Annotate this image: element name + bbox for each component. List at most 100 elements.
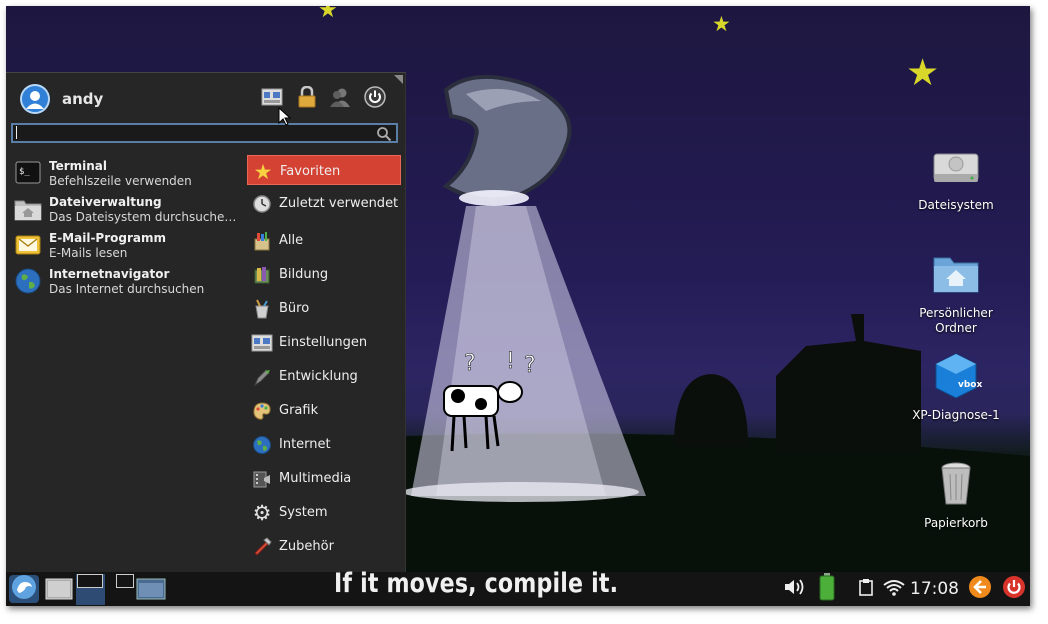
desktop-icon-label: Dateisystem (918, 198, 994, 212)
favorite-subtitle: Das Dateisystem durchsuche… (49, 210, 237, 224)
menu-search-box[interactable] (11, 123, 398, 143)
office-icon (251, 298, 273, 320)
category-recent[interactable]: Zuletzt verwendet (247, 188, 401, 218)
category-internet[interactable]: Internet (247, 429, 401, 459)
workspace-1[interactable] (76, 574, 105, 605)
category-einstellungen[interactable]: Einstellungen (247, 327, 401, 357)
user-name: andy (62, 90, 104, 108)
star-decoration: ★ (318, 6, 338, 23)
search-input[interactable] (15, 125, 375, 141)
category-label: Zuletzt verwendet (279, 196, 399, 211)
system-gear-icon: ⚙ (252, 500, 272, 525)
graphics-icon (251, 400, 273, 422)
lock-screen-button[interactable] (295, 85, 319, 112)
workspace-window-preview (116, 574, 134, 588)
category-grafik[interactable]: Grafik (247, 395, 401, 425)
recent-icon (251, 193, 273, 215)
user-avatar-icon (20, 84, 50, 114)
workspace-2[interactable] (106, 574, 135, 605)
favorite-title: Dateiverwaltung (49, 195, 162, 209)
globe-icon (14, 267, 42, 295)
favorite-item-file-manager[interactable]: Dateiverwaltung Das Dateisystem durchsuc… (14, 193, 242, 229)
category-label: Büro (279, 301, 310, 316)
category-label: Entwicklung (279, 369, 358, 384)
desktop-icon-home-folder[interactable]: Persönlicher Ordner (904, 248, 1008, 336)
favorite-item-mail[interactable]: E-Mail-Programm E-Mails lesen (14, 229, 242, 265)
window-icon (136, 578, 166, 604)
category-alle[interactable]: Alle (247, 225, 401, 255)
wifi-icon (882, 577, 906, 601)
mail-icon (14, 231, 42, 259)
svg-text:$_: $_ (19, 167, 30, 177)
panel-motto-text: If it moves, compile it. (334, 568, 619, 599)
category-label: Einstellungen (279, 335, 368, 350)
workspace-window-preview (77, 574, 103, 588)
favorite-title: Terminal (49, 159, 108, 173)
favorite-item-terminal[interactable]: $_ Terminal Befehlszeile verwenden (14, 157, 242, 193)
category-zubehoer[interactable]: Zubehör (247, 531, 401, 561)
settings-icon (251, 332, 273, 354)
desktop-icon-trash[interactable]: Papierkorb (904, 458, 1008, 531)
category-label: System (279, 505, 328, 520)
favorite-title: Internetnavigator (49, 267, 170, 281)
favorite-subtitle: Das Internet durchsuchen (49, 282, 205, 296)
multimedia-icon (251, 468, 273, 490)
favorite-title: E-Mail-Programm (49, 231, 166, 245)
star-icon: ★ (253, 159, 273, 184)
volume-icon (783, 577, 807, 601)
category-label: Bildung (279, 267, 329, 282)
svg-text:?: ? (524, 353, 536, 378)
menu-launcher-button[interactable] (9, 575, 39, 603)
taskbar-window-button[interactable] (136, 578, 166, 600)
category-label: Alle (279, 233, 304, 248)
desktop-icon-label: Persönlicher Ordner (919, 306, 993, 335)
internet-icon (251, 434, 273, 456)
arrow-left-icon (968, 575, 992, 603)
switch-user-button[interactable] (328, 87, 352, 111)
trash-icon (930, 458, 982, 510)
home-folder-icon (930, 248, 982, 300)
mouse-pointer (278, 107, 292, 126)
logout-button[interactable] (363, 86, 387, 111)
taskbar-panel: If it moves, compile it. 17:08 (6, 568, 1030, 606)
menu-resize-corner[interactable] (394, 75, 403, 84)
shutdown-button[interactable] (1002, 575, 1026, 603)
switch-user-icon (329, 86, 351, 112)
folder-home-icon (14, 195, 42, 223)
desktop-icon-xp-diagnose[interactable]: vbox XP-Diagnose-1 (904, 350, 1008, 423)
power-icon (1002, 575, 1026, 603)
category-entwicklung[interactable]: Entwicklung (247, 361, 401, 391)
favorite-subtitle: E-Mails lesen (49, 246, 128, 260)
svg-text:vbox: vbox (958, 380, 982, 390)
volume-button[interactable] (783, 577, 807, 601)
category-label: Grafik (279, 403, 319, 418)
category-system[interactable]: ⚙ System (247, 497, 401, 527)
search-icon[interactable] (376, 126, 392, 146)
back-button[interactable] (968, 575, 992, 603)
all-apps-icon (251, 230, 273, 252)
clipboard-icon (858, 578, 874, 600)
star-decoration: ★ (712, 12, 731, 36)
application-menu: andy $_ Terminal Befehlszeile verwenden … (6, 72, 406, 573)
show-desktop-button[interactable] (45, 577, 73, 601)
lock-icon (297, 85, 317, 112)
category-label: Favoriten (280, 164, 341, 179)
panel-clock[interactable]: 17:08 (910, 579, 959, 599)
development-icon (251, 366, 273, 388)
favorite-subtitle: Befehlszeile verwenden (49, 174, 192, 188)
network-button[interactable] (882, 577, 906, 601)
category-multimedia[interactable]: Multimedia (247, 463, 401, 493)
battery-button[interactable] (817, 573, 837, 605)
whisker-menu-icon (11, 574, 37, 604)
svg-text:!: ! (506, 349, 515, 374)
clipboard-button[interactable] (854, 577, 878, 601)
battery-icon (819, 573, 835, 605)
desktop-screen: ? ! ? ★ ★ ★ Dateisystem Persönlicher Ord… (6, 6, 1030, 606)
category-favoriten[interactable]: ★ Favoriten (247, 155, 401, 185)
user-row: andy (20, 83, 103, 115)
favorite-item-browser[interactable]: Internetnavigator Das Internet durchsuch… (14, 265, 242, 301)
desktop-icon-dateisystem[interactable]: Dateisystem (904, 140, 1008, 213)
category-bildung[interactable]: Bildung (247, 259, 401, 289)
virtualbox-icon: vbox (930, 350, 982, 402)
category-buero[interactable]: Büro (247, 293, 401, 323)
